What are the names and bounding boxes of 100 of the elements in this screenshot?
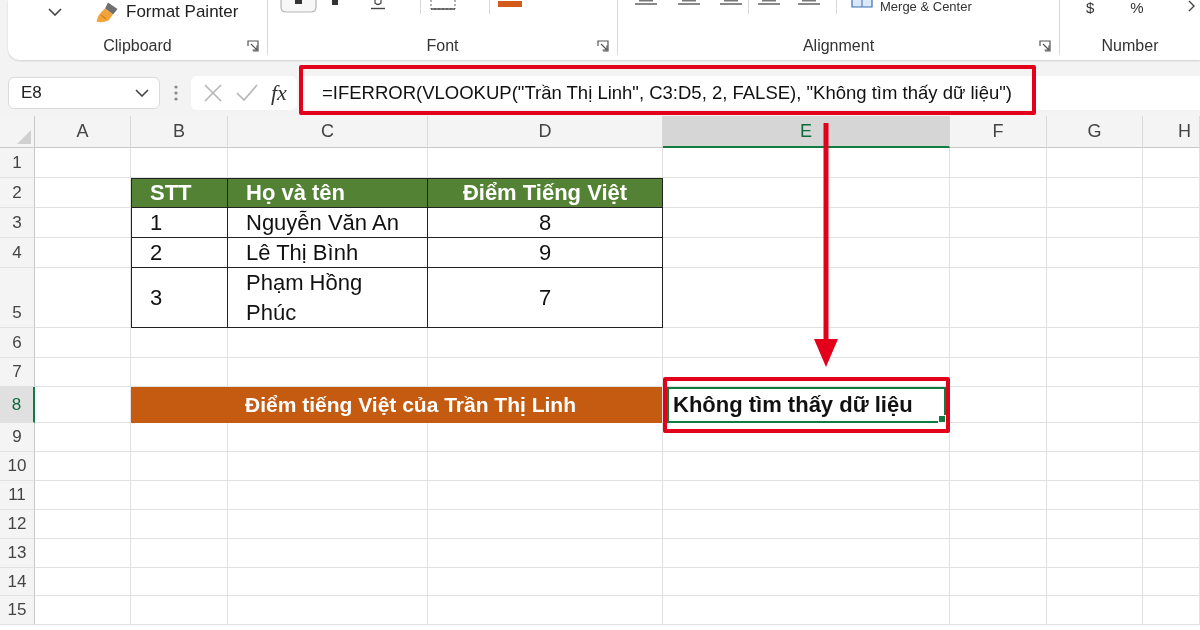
empty-cell[interactable] (1047, 148, 1143, 178)
empty-cell[interactable] (1047, 358, 1143, 387)
empty-cell[interactable] (131, 596, 228, 625)
merge-cells-icon[interactable] (851, 0, 873, 8)
empty-cell[interactable] (1143, 539, 1200, 568)
format-painter-button[interactable]: Format Painter (95, 1, 239, 23)
empty-cell[interactable] (663, 539, 950, 568)
empty-cell[interactable] (663, 596, 950, 625)
empty-cell[interactable] (950, 178, 1047, 208)
row-header[interactable]: 8 (0, 387, 35, 423)
empty-cell[interactable] (228, 328, 428, 358)
empty-cell[interactable] (1143, 148, 1200, 178)
empty-cell[interactable] (950, 358, 1047, 387)
column-header[interactable]: C (228, 116, 428, 148)
empty-cell[interactable] (228, 596, 428, 625)
empty-cell[interactable] (1047, 268, 1143, 328)
empty-cell[interactable] (1143, 328, 1200, 358)
empty-cell[interactable] (1143, 452, 1200, 481)
empty-cell[interactable] (1047, 452, 1143, 481)
borders-icon[interactable] (430, 0, 456, 10)
column-header[interactable]: E (663, 116, 950, 148)
empty-cell[interactable] (131, 481, 228, 510)
empty-cell[interactable] (228, 481, 428, 510)
result-cell[interactable]: Không tìm thấy dữ liệu (667, 387, 946, 423)
empty-cell[interactable] (950, 568, 1047, 596)
empty-cell[interactable] (663, 238, 950, 268)
empty-cell[interactable] (1047, 568, 1143, 596)
empty-cell[interactable] (1047, 539, 1143, 568)
empty-cell[interactable] (228, 510, 428, 539)
row-header[interactable]: 12 (0, 510, 35, 539)
more-icon[interactable] (173, 85, 178, 101)
column-header[interactable]: B (131, 116, 228, 148)
chevron-down-icon[interactable] (135, 89, 149, 97)
empty-cell[interactable] (663, 148, 950, 178)
empty-cell[interactable] (228, 452, 428, 481)
number-format-button[interactable]: $ (1086, 0, 1095, 16)
empty-cell[interactable] (663, 452, 950, 481)
empty-cell[interactable] (1047, 387, 1143, 423)
empty-cell[interactable] (663, 481, 950, 510)
row-header[interactable]: 4 (0, 238, 35, 268)
empty-cell[interactable] (428, 452, 663, 481)
empty-cell[interactable] (1143, 358, 1200, 387)
formula-input[interactable]: =IFERROR(VLOOKUP("Trần Thị Linh", C3:D5, 2, FALSE), "Không tìm thấy dữ liệu") (300, 76, 1200, 110)
empty-cell[interactable] (228, 539, 428, 568)
row-header[interactable]: 6 (0, 328, 35, 358)
empty-cell[interactable] (428, 596, 663, 625)
dialog-launcher-icon[interactable] (597, 39, 609, 52)
row-header[interactable]: 1 (0, 148, 35, 178)
number-format-button[interactable]: % (1130, 0, 1144, 16)
align-lines-icon[interactable] (758, 0, 780, 5)
empty-cell[interactable] (1143, 596, 1200, 625)
empty-cell[interactable] (1143, 387, 1200, 423)
empty-cell[interactable] (1047, 178, 1143, 208)
empty-cell[interactable] (950, 328, 1047, 358)
empty-cell[interactable] (950, 452, 1047, 481)
font-color-icon[interactable] (498, 0, 522, 8)
empty-cell[interactable] (950, 238, 1047, 268)
dialog-launcher-icon[interactable] (1039, 39, 1051, 52)
empty-cell[interactable] (1143, 238, 1200, 268)
fill-handle[interactable] (938, 415, 946, 423)
empty-cell[interactable] (228, 423, 428, 452)
empty-cell[interactable] (1047, 423, 1143, 452)
empty-cell[interactable] (1143, 481, 1200, 510)
empty-cell[interactable] (1047, 481, 1143, 510)
empty-cell[interactable] (131, 452, 228, 481)
row-header[interactable]: 14 (0, 568, 35, 596)
empty-cell[interactable] (663, 208, 950, 238)
empty-cell[interactable] (428, 568, 663, 596)
empty-cell[interactable] (1047, 238, 1143, 268)
cancel-icon[interactable] (203, 83, 223, 103)
chevron-right-icon[interactable] (1188, 0, 1195, 12)
empty-cell[interactable] (950, 423, 1047, 452)
chevron-down-icon[interactable] (48, 8, 62, 16)
empty-cell[interactable] (1143, 208, 1200, 238)
empty-cell[interactable] (1047, 328, 1143, 358)
empty-cell[interactable] (428, 510, 663, 539)
empty-cell[interactable] (950, 268, 1047, 328)
empty-cell[interactable] (950, 596, 1047, 625)
empty-cell[interactable] (950, 481, 1047, 510)
empty-cell[interactable] (1047, 208, 1143, 238)
row-header[interactable]: 5 (0, 268, 35, 328)
align-lines-icon[interactable] (798, 0, 820, 5)
empty-cell[interactable] (428, 328, 663, 358)
column-header[interactable]: F (950, 116, 1047, 148)
empty-cell[interactable] (663, 268, 950, 328)
empty-cell[interactable] (131, 423, 228, 452)
row-header[interactable]: 11 (0, 481, 35, 510)
insert-function-button[interactable]: fx (271, 80, 287, 106)
select-all-icon[interactable] (17, 130, 31, 144)
align-lines-icon[interactable] (678, 0, 700, 5)
empty-cell[interactable] (950, 539, 1047, 568)
empty-cell[interactable] (950, 510, 1047, 539)
empty-cell[interactable] (1143, 423, 1200, 452)
empty-cell[interactable] (428, 539, 663, 568)
check-icon[interactable] (236, 84, 258, 102)
empty-cell[interactable] (1143, 268, 1200, 328)
empty-cell[interactable] (1047, 510, 1143, 539)
empty-cell[interactable] (663, 568, 950, 596)
align-lines-icon[interactable] (720, 0, 742, 5)
empty-cell[interactable] (131, 539, 228, 568)
